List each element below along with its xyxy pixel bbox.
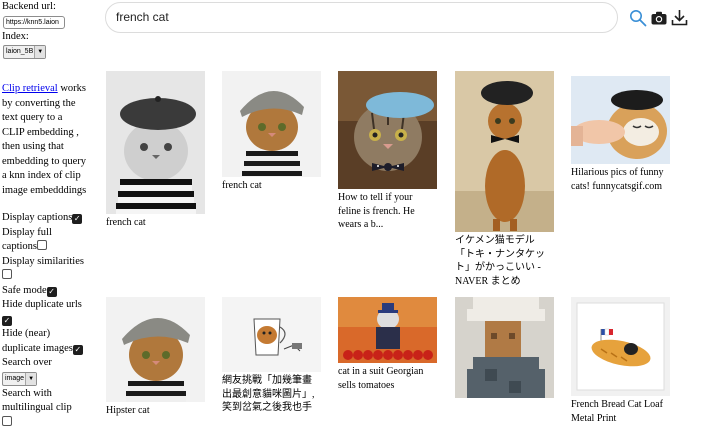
caption-line: ト」がかっこいい - <box>455 262 541 273</box>
description-line: by converting the <box>2 97 76 109</box>
display-similarities-checkbox[interactable] <box>2 269 12 279</box>
result-card[interactable]: cat in a suit Georgian sells tomatoes <box>338 297 439 392</box>
search-icon[interactable] <box>629 9 647 27</box>
result-caption: How to tell if your feline is french. He… <box>338 191 439 232</box>
caption-line: cats! funnycatsgif.com <box>571 180 663 192</box>
result-card[interactable]: french cat <box>106 71 206 230</box>
description: Clip retrieval works by converting the t… <box>2 82 94 198</box>
backend-url-label: Backend url: <box>2 1 56 12</box>
safe-mode-label: Safe mode <box>2 284 47 296</box>
result-caption: Hipster cat <box>106 404 206 418</box>
index-select[interactable]: laion_5B ▼ <box>3 45 47 59</box>
display-full-captions-checkbox[interactable] <box>37 240 47 250</box>
caption-line: 網友挑戰「加幾筆畫 <box>222 375 312 386</box>
search-over-select[interactable]: image ▼ <box>2 371 38 386</box>
description-line: works <box>57 83 86 94</box>
caption-line: Hipster cat <box>106 405 150 416</box>
index-label: Index: <box>2 30 29 42</box>
caption-line: 笑到岔氣之後我也手 <box>222 402 312 413</box>
multilingual-label: Search with <box>2 387 52 399</box>
result-caption: 網友挑戰「加幾筆畫 出最創意貓咪圖片」, 笑到岔氣之後我也手 <box>222 374 324 415</box>
result-image[interactable] <box>106 297 205 402</box>
result-caption: イケメン猫モデル 「トキ・ナンタケッ ト」がかっこいい - NAVER まとめ <box>455 234 557 288</box>
caption-line: イケメン猫モデル <box>455 235 535 246</box>
result-image[interactable] <box>571 297 670 396</box>
hide-duplicate-urls-label: Hide duplicate urls <box>2 299 82 310</box>
caption-line: Hilarious pics of funny <box>571 167 664 178</box>
description-line: image embedddings <box>2 184 87 196</box>
chevron-down-icon: ▼ <box>34 46 46 58</box>
camera-icon[interactable] <box>651 11 667 25</box>
description-line: CLIP embedding , <box>2 126 79 138</box>
caption-line: french cat <box>222 180 262 191</box>
caption-line: wears a b... <box>338 219 384 230</box>
result-card[interactable]: french cat <box>222 71 322 193</box>
index-select-value: laion_5B <box>6 48 34 55</box>
result-caption: French Bread Cat Loaf Metal Print <box>571 398 674 425</box>
display-full-captions-label: Display full <box>2 226 52 238</box>
hide-near-duplicates-checkbox[interactable]: ✓ <box>72 344 83 355</box>
description-line: then using that <box>2 141 64 152</box>
description-line: embedding to query <box>2 155 86 167</box>
hide-duplicate-urls-checkbox[interactable]: ✓ <box>2 315 12 326</box>
result-caption: french cat <box>106 216 206 230</box>
description-line: a knn index of clip <box>2 170 81 181</box>
multilingual-label: multilingual clip <box>2 402 72 413</box>
display-captions-checkbox[interactable]: ✓ <box>72 214 83 224</box>
result-card[interactable]: Hilarious pics of funny cats! funnycatsg… <box>571 76 674 193</box>
description-line: text query to a <box>2 112 63 123</box>
caption-line: NAVER まとめ <box>455 275 521 287</box>
caption-line: sells tomatoes <box>338 379 395 391</box>
caption-line: cat in a suit Georgian <box>338 366 424 377</box>
search-over-value: image <box>5 374 25 382</box>
sidebar: Backend url: https://knn5.laion Index: l… <box>2 0 94 430</box>
display-similarities-label: Display similarities <box>2 255 84 267</box>
options: Display captions ✓ Display full captions … <box>2 211 94 430</box>
display-captions-label: Display captions <box>2 212 73 223</box>
backend-url-input[interactable]: https://knn5.laion <box>3 15 65 29</box>
hide-near-duplicates-label: Hide (near) <box>2 328 51 339</box>
result-image[interactable] <box>338 71 437 189</box>
caption-line: 出最創意貓咪圖片」, <box>222 388 315 400</box>
result-card[interactable]: Hipster cat <box>106 297 206 418</box>
caption-line: How to tell if your <box>338 192 413 203</box>
result-image[interactable] <box>571 76 670 164</box>
download-icon[interactable] <box>671 9 688 26</box>
result-card[interactable] <box>455 297 555 398</box>
result-image[interactable] <box>222 71 321 177</box>
caption-line: Metal Print <box>571 412 617 424</box>
hide-near-duplicates-label: duplicate images <box>2 342 73 354</box>
caption-line: french cat <box>106 217 146 228</box>
caption-line: feline is french. He <box>338 205 415 217</box>
safe-mode-checkbox[interactable]: ✓ <box>46 286 57 297</box>
result-image[interactable] <box>106 71 205 214</box>
result-caption: cat in a suit Georgian sells tomatoes <box>338 365 439 392</box>
result-card[interactable]: How to tell if your feline is french. He… <box>338 71 439 232</box>
search-input[interactable]: french cat <box>105 2 618 33</box>
result-card[interactable]: 網友挑戰「加幾筆畫 出最創意貓咪圖片」, 笑到岔氣之後我也手 <box>222 297 324 415</box>
result-image[interactable] <box>455 297 554 398</box>
result-caption: Hilarious pics of funny cats! funnycatsg… <box>571 166 674 193</box>
result-card[interactable]: イケメン猫モデル 「トキ・ナンタケッ ト」がかっこいい - NAVER まとめ <box>455 71 557 288</box>
result-image[interactable] <box>338 297 437 363</box>
chevron-down-icon: ▼ <box>25 372 37 385</box>
result-image[interactable] <box>222 297 321 372</box>
result-caption: french cat <box>222 179 322 193</box>
search-over-label: Search over <box>2 357 52 368</box>
clip-retrieval-link[interactable]: Clip retrieval <box>2 83 58 94</box>
caption-line: French Bread Cat Loaf <box>571 399 663 410</box>
display-full-captions-label: captions <box>2 241 37 252</box>
caption-line: 「トキ・ナンタケッ <box>455 248 545 260</box>
result-image[interactable] <box>455 71 554 232</box>
result-card[interactable]: French Bread Cat Loaf Metal Print <box>571 297 674 425</box>
multilingual-checkbox[interactable] <box>2 415 12 426</box>
